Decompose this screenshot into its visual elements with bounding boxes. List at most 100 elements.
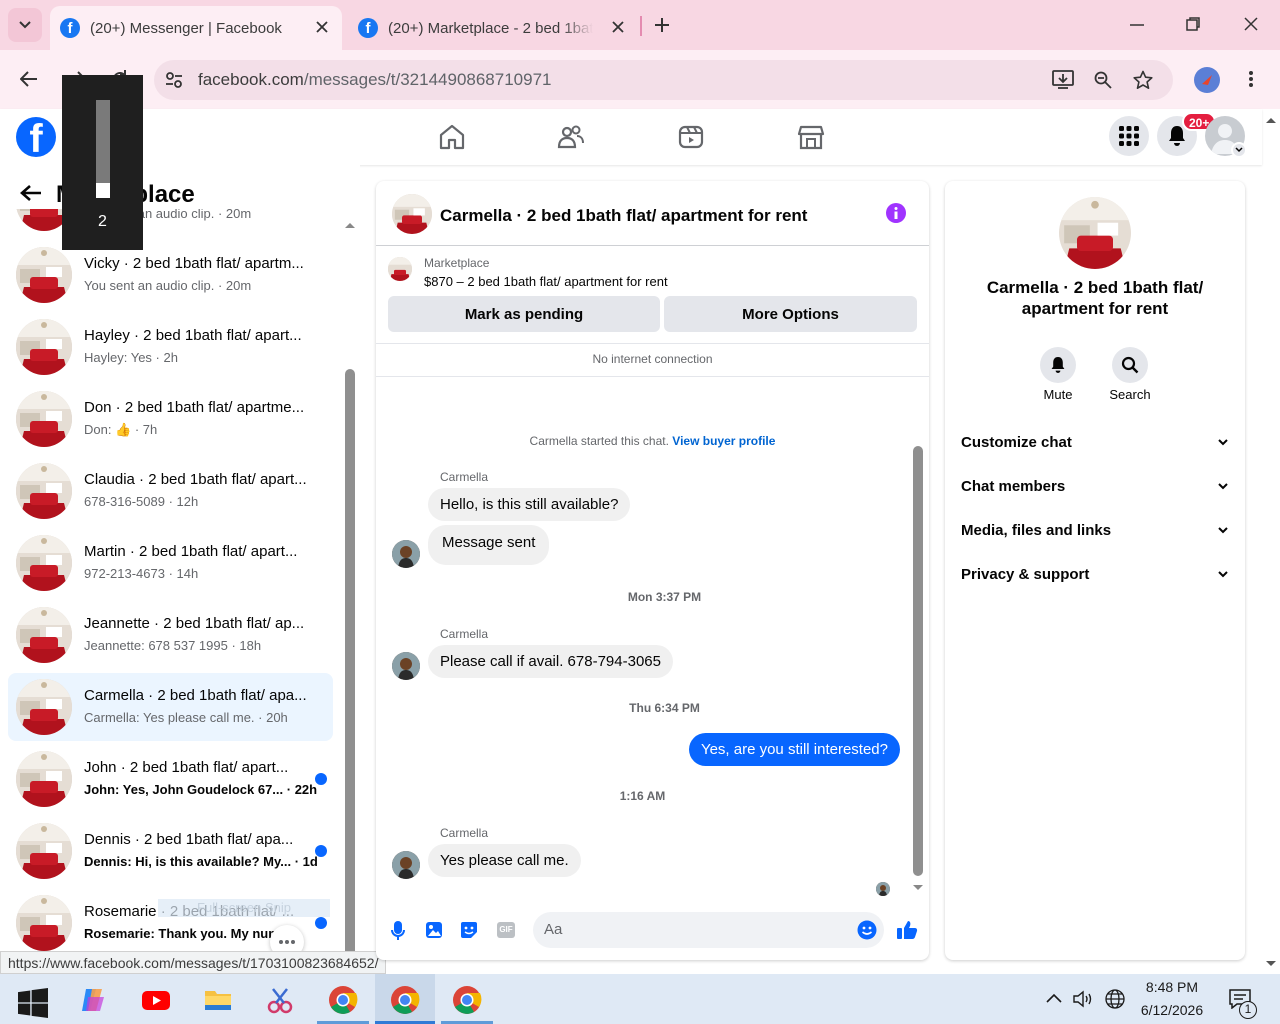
conversation-item[interactable]: Don · 2 bed 1bath flat/ apartme... Don: 👍… (8, 385, 333, 453)
file-explorer-icon[interactable] (203, 985, 233, 1015)
customize-chat-section[interactable]: Customize chat (961, 434, 1229, 458)
message-bubble[interactable]: Message sent (428, 525, 550, 565)
close-icon[interactable] (316, 21, 328, 33)
address-bar[interactable]: facebook.com/messages/t/3214490868710971 (154, 60, 1173, 100)
chat-scrollbar-thumb[interactable] (913, 446, 923, 876)
scroll-down-arrow-icon[interactable] (912, 884, 924, 892)
account-dropdown-icon[interactable] (1231, 142, 1247, 158)
listing-description[interactable]: $870 – 2 bed 1bath flat/ apartment for r… (424, 274, 668, 289)
sidebar-scrollbar-thumb[interactable] (345, 369, 355, 959)
chevron-down-icon (1218, 527, 1228, 534)
mute-button[interactable] (1040, 347, 1076, 383)
minimize-icon[interactable] (1130, 24, 1144, 26)
back-arrow-icon[interactable] (20, 184, 42, 202)
new-tab-icon[interactable] (654, 17, 670, 33)
facebook-logo-icon[interactable]: f (16, 117, 56, 157)
page-scroll-down-icon[interactable] (1265, 960, 1277, 968)
section-label: Chat members (961, 478, 1066, 495)
volume-icon[interactable] (1073, 990, 1093, 1008)
watch-icon[interactable] (677, 123, 705, 151)
gif-icon[interactable]: GIF (497, 922, 515, 938)
conversation-list: You sent an audio clip. · 20m Vicky · 2 … (0, 209, 345, 960)
chat-members-section[interactable]: Chat members (961, 478, 1229, 502)
sticker-icon[interactable] (460, 921, 478, 939)
conversation-info-button[interactable] (886, 203, 906, 223)
chrome-taskbar-2[interactable] (375, 974, 435, 1024)
more-menu-icon[interactable] (1248, 70, 1254, 88)
listing-thumbnail (16, 463, 72, 519)
search-icon (1121, 356, 1139, 374)
marketplace-icon[interactable] (797, 123, 825, 151)
chat-header-thumbnail[interactable] (392, 194, 432, 234)
page-scroll-up-icon[interactable] (1265, 116, 1277, 124)
url-text[interactable]: facebook.com/messages/t/3214490868710971 (198, 70, 552, 90)
listing-photo[interactable] (1059, 197, 1131, 269)
windows-start-icon[interactable] (18, 988, 48, 1018)
conversation-item-partial[interactable]: You sent an audio clip. · 20m (8, 209, 333, 237)
site-settings-icon[interactable] (164, 70, 184, 90)
taskbar-date[interactable]: 6/12/2026 (1134, 1002, 1210, 1018)
message-input[interactable]: Aa (533, 912, 884, 948)
emoji-icon[interactable] (857, 920, 877, 940)
privacy-support-section[interactable]: Privacy & support (961, 566, 1229, 590)
divider (376, 245, 929, 246)
person-photo-icon (876, 882, 890, 896)
home-icon[interactable] (438, 123, 466, 151)
sender-avatar[interactable] (392, 851, 420, 879)
chrome-taskbar-1[interactable] (317, 974, 369, 1024)
friends-icon[interactable] (557, 123, 585, 151)
menu-grid-button[interactable] (1109, 116, 1149, 156)
message-bubble[interactable]: Please call if avail. 678-794-3065 (428, 645, 673, 678)
sender-avatar[interactable] (392, 540, 420, 568)
snipping-tool-icon[interactable] (265, 985, 295, 1015)
tab-search-button[interactable] (8, 8, 42, 42)
room-photo-icon (16, 895, 72, 951)
more-options-button[interactable]: More Options (664, 296, 917, 332)
youtube-icon[interactable] (141, 985, 171, 1015)
conversation-item[interactable]: John · 2 bed 1bath flat/ apart... John: Y… (8, 745, 333, 813)
close-icon[interactable] (612, 21, 624, 33)
connection-status: No internet connection (592, 352, 713, 366)
microphone-icon[interactable] (391, 921, 405, 941)
mark-as-pending-button[interactable]: Mark as pending (388, 296, 660, 332)
conversation-subtitle: Carmella: Yes please call me. · 20h (84, 710, 288, 725)
chat-title[interactable]: Carmella · 2 bed 1bath flat/ apartment f… (440, 206, 807, 226)
show-hidden-icons-chevron-icon[interactable] (1046, 993, 1062, 1003)
scroll-up-arrow-icon[interactable] (344, 221, 356, 229)
chevron-down-icon (1218, 483, 1228, 490)
chrome-taskbar-3[interactable] (441, 974, 493, 1024)
zoom-icon[interactable] (1094, 71, 1112, 89)
conversation-item[interactable]: Martin · 2 bed 1bath flat/ apart... 972-2… (8, 529, 333, 597)
message-bubble[interactable]: Hello, is this still available? (428, 488, 631, 521)
close-window-icon[interactable] (1244, 17, 1258, 31)
taskbar-time[interactable]: 8:48 PM (1134, 979, 1210, 995)
view-buyer-profile-link[interactable]: View buyer profile (672, 434, 775, 448)
my-message-bubble[interactable]: Yes, are you still interested? (688, 733, 900, 766)
conversation-item[interactable]: Claudia · 2 bed 1bath flat/ apart... 678-… (8, 457, 333, 525)
network-globe-icon[interactable] (1105, 989, 1125, 1009)
profile-avatar-icon[interactable] (1194, 67, 1220, 93)
conversation-subtitle: 678-316-5089 · 12h (84, 494, 199, 509)
photo-icon[interactable] (425, 921, 443, 939)
tab-marketplace[interactable]: f (20+) Marketplace - 2 bed 1bath (348, 6, 638, 50)
conversation-item[interactable]: Hayley · 2 bed 1bath flat/ apart... Hayle… (8, 313, 333, 381)
copilot-icon[interactable] (78, 985, 108, 1015)
back-arrow-icon[interactable] (20, 70, 38, 88)
tab-messenger[interactable]: f (20+) Messenger | Facebook (50, 6, 342, 50)
listing-thumbnail[interactable] (388, 257, 412, 281)
media-files-links-section[interactable]: Media, files and links (961, 522, 1229, 546)
conversation-item[interactable]: Jeannette · 2 bed 1bath flat/ ap... Jeann… (8, 601, 333, 669)
bookmark-star-icon[interactable] (1133, 70, 1153, 90)
message-bubble[interactable]: Yes please call me. (428, 844, 581, 877)
person-photo-icon (392, 652, 420, 680)
restore-icon[interactable] (1186, 17, 1200, 31)
conversation-item[interactable]: Carmella · 2 bed 1bath flat/ apa... Carme… (8, 673, 333, 741)
conversation-name: Hayley · 2 bed 1bath flat/ apart... (84, 327, 302, 344)
sender-avatar[interactable] (392, 652, 420, 680)
conversation-item[interactable]: Dennis · 2 bed 1bath flat/ apa... Dennis:… (8, 817, 333, 885)
thumbs-up-icon[interactable] (896, 920, 918, 940)
search-button[interactable] (1112, 347, 1148, 383)
install-app-icon[interactable] (1052, 70, 1074, 90)
info-icon (894, 207, 898, 219)
conversation-item[interactable]: Vicky · 2 bed 1bath flat/ apartm... You s… (8, 241, 333, 309)
